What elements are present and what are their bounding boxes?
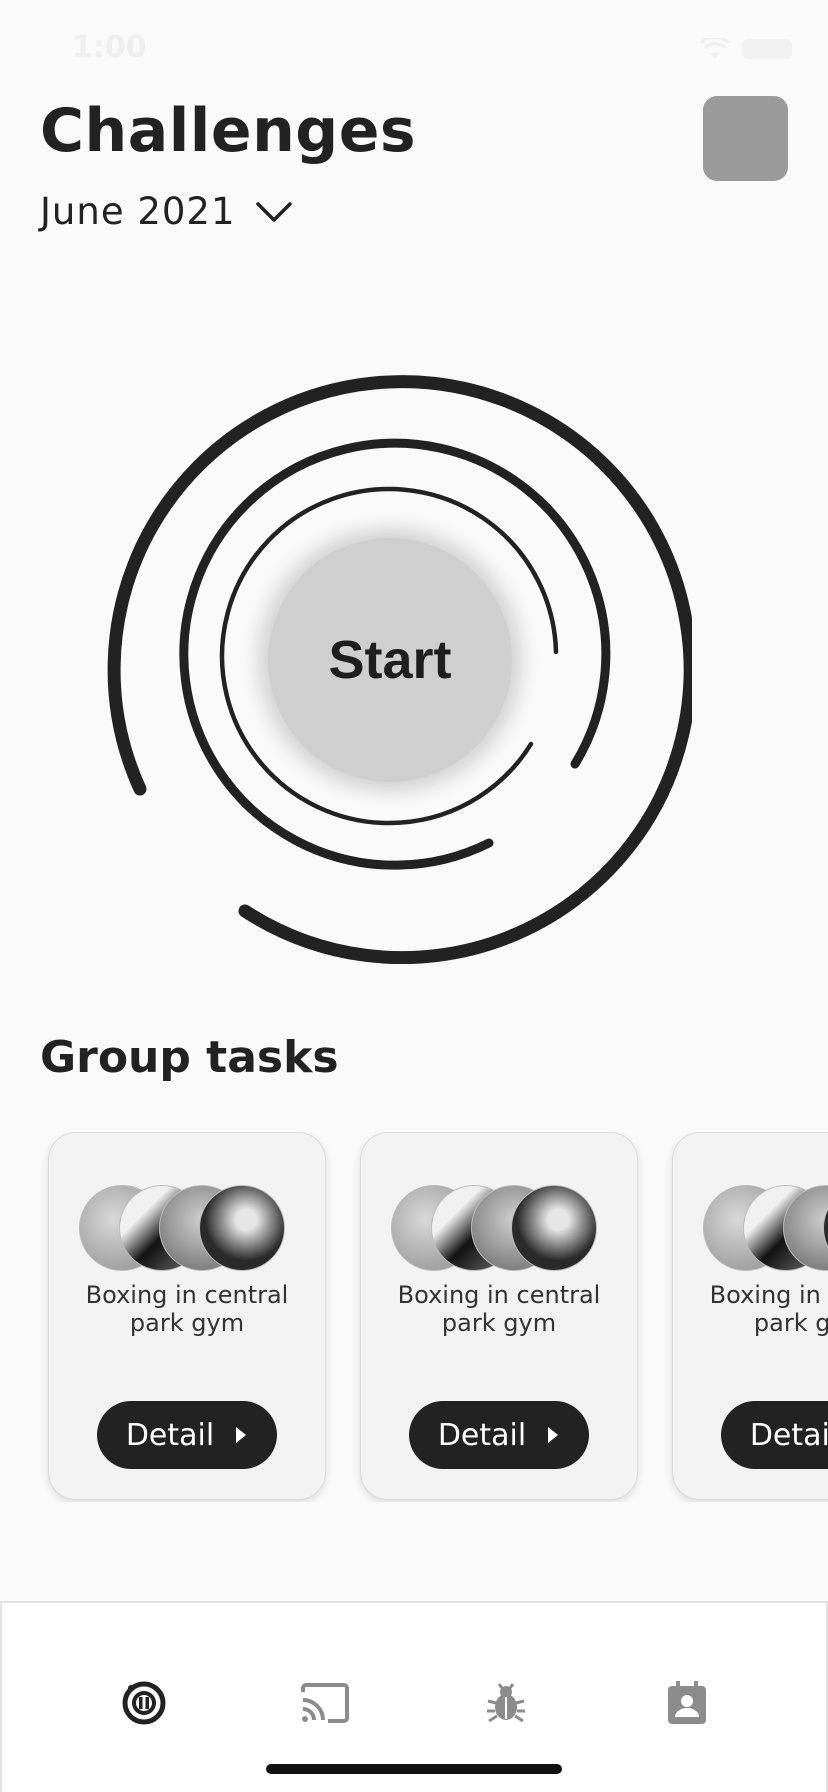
detail-button[interactable]: Detail: [409, 1401, 589, 1469]
profile-avatar[interactable]: [703, 96, 788, 181]
status-time: 1:00: [72, 30, 147, 65]
contact-icon: [668, 1681, 706, 1724]
chevron-down-icon: [255, 201, 292, 222]
activity-ring-icon: [122, 1681, 166, 1725]
task-title: Boxing in central park gym: [397, 1281, 601, 1337]
group-task-list[interactable]: Boxing in central park gym Detail Boxing…: [0, 1132, 828, 1502]
wifi-icon: [700, 38, 730, 58]
tab-challenges[interactable]: [114, 1673, 174, 1733]
participant-avatars: [703, 1185, 828, 1271]
month-selector[interactable]: June 2021: [40, 190, 294, 233]
avatar: [511, 1185, 597, 1271]
section-title: Group tasks: [40, 1032, 339, 1083]
home-indicator: [266, 1764, 562, 1774]
participant-avatars: [391, 1185, 611, 1271]
task-card[interactable]: Boxing in central park gym Detail: [48, 1132, 326, 1500]
page-title: Challenges: [40, 96, 417, 166]
detail-button[interactable]: Detail: [721, 1401, 828, 1469]
participant-avatars: [79, 1185, 299, 1271]
caret-right-icon: [236, 1427, 247, 1443]
task-title: Boxing in central park gym: [709, 1281, 828, 1337]
start-button[interactable]: Start: [268, 538, 512, 782]
task-title: Boxing in central park gym: [85, 1281, 289, 1337]
caret-right-icon: [548, 1427, 559, 1443]
avatar: [199, 1185, 285, 1271]
task-card[interactable]: Boxing in central park gym Detail: [672, 1132, 828, 1500]
cast-icon: [301, 1683, 349, 1723]
tab-cast[interactable]: [295, 1673, 355, 1733]
task-card[interactable]: Boxing in central park gym Detail: [360, 1132, 638, 1500]
battery-icon: [742, 39, 792, 59]
bug-icon: [487, 1683, 525, 1723]
status-icons: [700, 38, 792, 60]
tab-bug[interactable]: [476, 1673, 536, 1733]
month-label: June 2021: [40, 190, 236, 233]
tab-contacts[interactable]: [657, 1673, 717, 1733]
detail-button[interactable]: Detail: [97, 1401, 277, 1469]
